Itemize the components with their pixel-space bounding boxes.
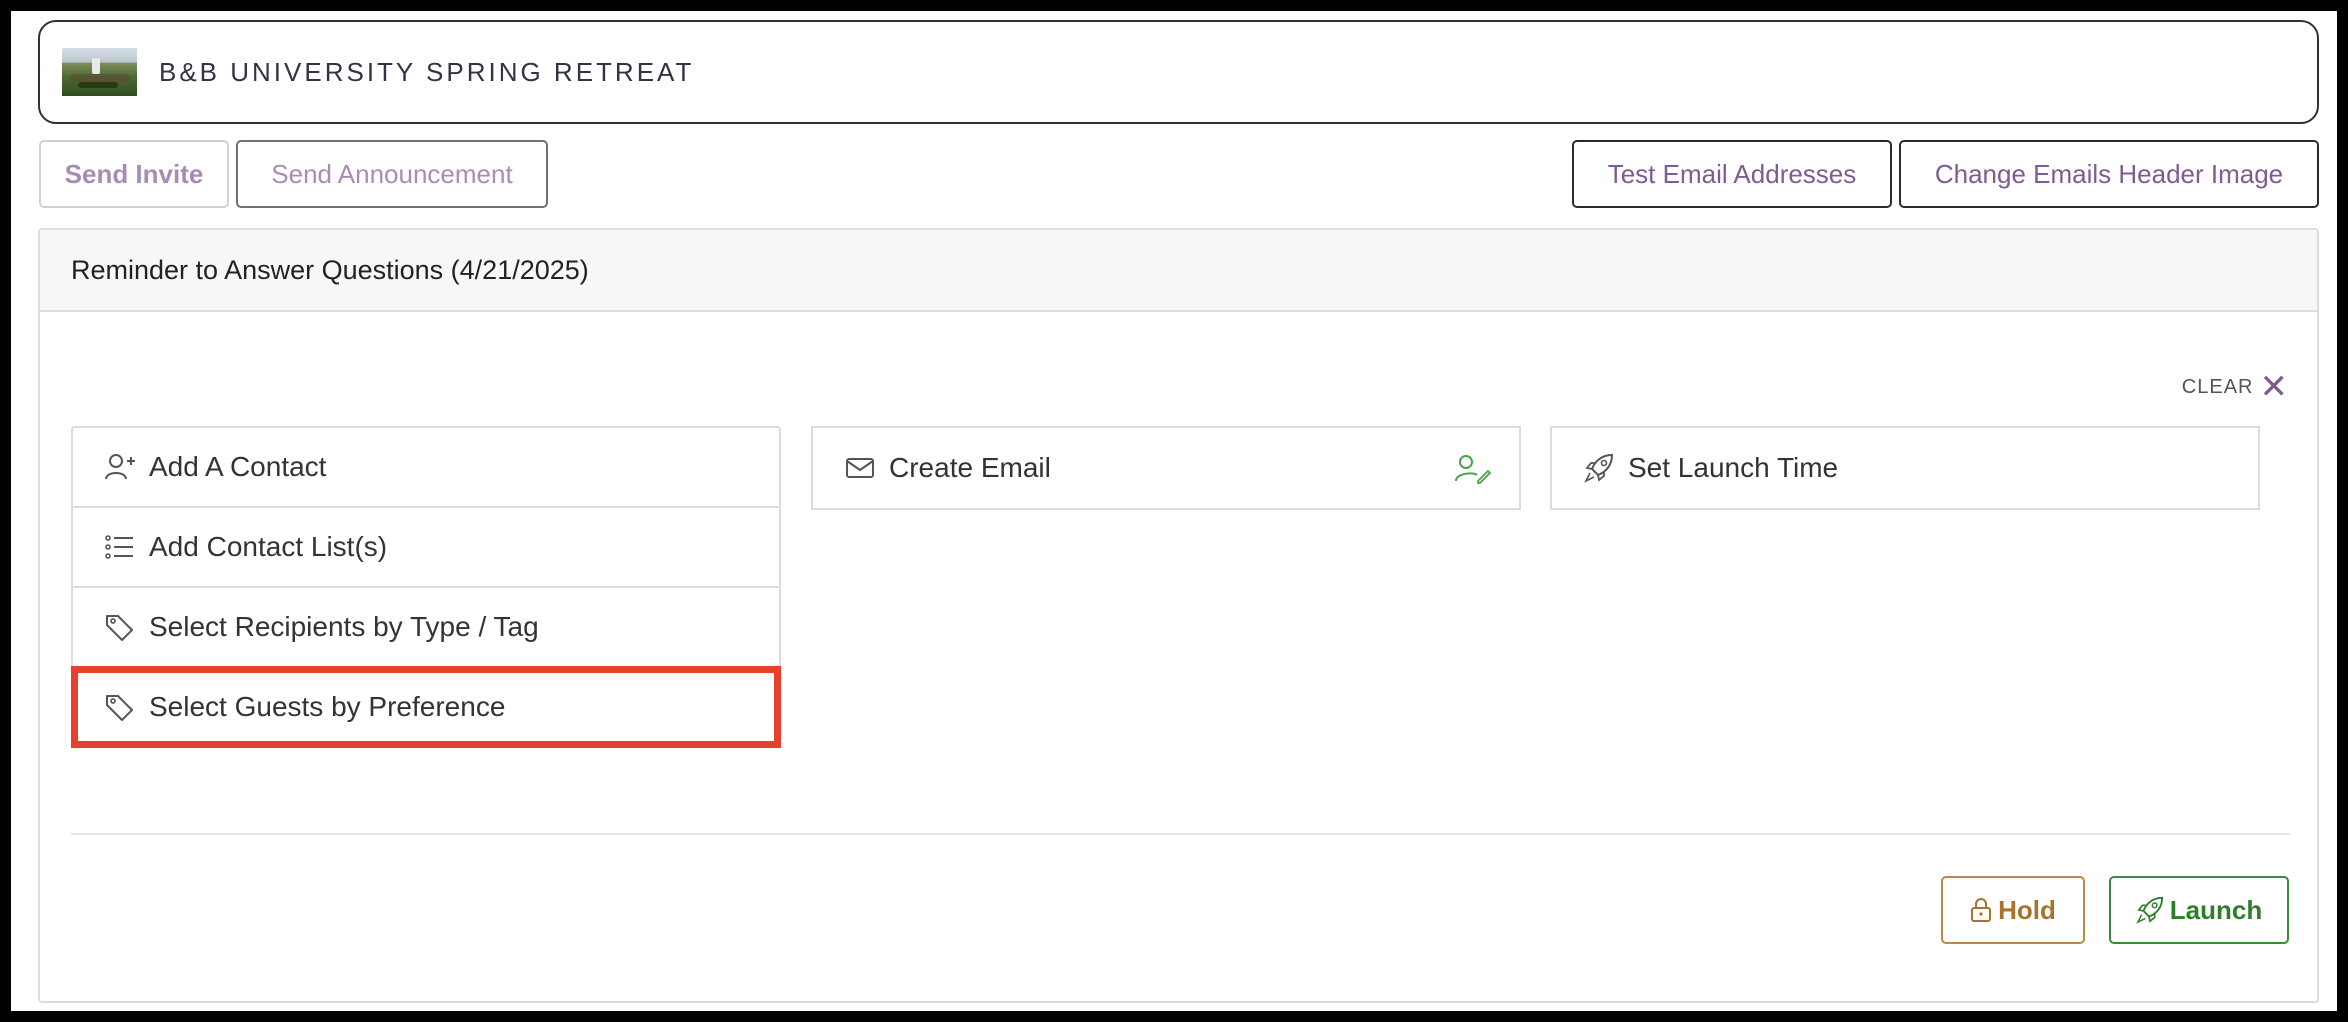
add-contact-lists-label: Add Contact List(s) <box>149 531 388 562</box>
list-icon <box>105 532 139 562</box>
change-emails-header-image-button[interactable]: Change Emails Header Image <box>1899 140 2319 208</box>
add-contact-item[interactable]: Add A Contact <box>71 426 781 508</box>
test-email-addresses-button[interactable]: Test Email Addresses <box>1572 140 1892 208</box>
clear-button[interactable]: CLEAR ✕ <box>2182 370 2289 404</box>
close-icon: ✕ <box>2259 368 2289 406</box>
tag-icon <box>105 612 139 642</box>
launch-label: Launch <box>2169 894 2263 925</box>
set-launch-time-card[interactable]: Set Launch Time <box>1550 426 2260 510</box>
create-email-label: Create Email <box>889 452 1051 483</box>
create-email-card[interactable]: Create Email <box>811 426 1521 510</box>
envelope-icon <box>845 453 879 483</box>
rocket-icon <box>2135 896 2164 924</box>
add-contact-lists-item[interactable]: Add Contact List(s) <box>71 506 781 588</box>
panel-title: Reminder to Answer Questions (4/21/2025) <box>40 230 2317 312</box>
recipient-options: Add A Contact Add Contact List(s) Select… <box>71 426 781 748</box>
user-edit-icon <box>1455 454 1492 491</box>
add-contact-label: Add A Contact <box>149 451 327 482</box>
hold-button[interactable]: Hold <box>1941 876 2085 944</box>
email-panel: Reminder to Answer Questions (4/21/2025)… <box>38 228 2319 1003</box>
user-plus-icon <box>105 452 139 482</box>
event-header: B&B UNIVERSITY SPRING RETREAT <box>38 20 2319 124</box>
select-recipients-by-type-item[interactable]: Select Recipients by Type / Tag <box>71 586 781 668</box>
select-recipients-by-type-label: Select Recipients by Type / Tag <box>149 611 539 642</box>
launch-button[interactable]: Launch <box>2109 876 2289 944</box>
divider <box>71 833 2290 835</box>
select-guests-by-preference-label: Select Guests by Preference <box>149 691 506 722</box>
lock-icon <box>1970 897 1992 923</box>
select-guests-by-preference-item[interactable]: Select Guests by Preference <box>71 666 781 748</box>
hold-label: Hold <box>1998 894 2056 925</box>
tag-icon <box>105 692 139 722</box>
set-launch-time-label: Set Launch Time <box>1628 452 1839 483</box>
event-thumbnail-image <box>62 48 137 96</box>
send-invite-button[interactable]: Send Invite <box>39 140 229 208</box>
panel-title-text: Reminder to Answer Questions (4/21/2025) <box>71 254 589 285</box>
send-announcement-button[interactable]: Send Announcement <box>236 140 548 208</box>
event-title: B&B UNIVERSITY SPRING RETREAT <box>159 56 695 87</box>
rocket-icon <box>1584 453 1618 483</box>
clear-label: CLEAR <box>2181 375 2254 398</box>
